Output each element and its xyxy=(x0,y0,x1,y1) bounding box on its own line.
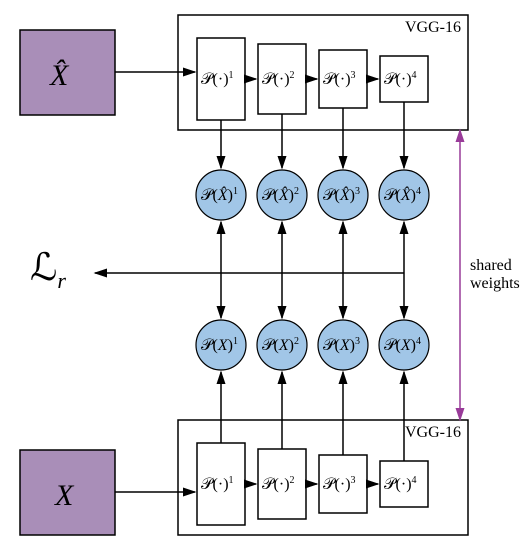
vgg-top-block-3: 𝒫(·)3 xyxy=(319,50,367,108)
shared-weights-label-1: shared xyxy=(470,257,512,274)
feature-bottom-4: 𝒫(X)4 xyxy=(379,320,429,370)
feature-top-3: 𝒫(X̂)3 xyxy=(318,170,368,220)
svg-text:𝒫(X)4: 𝒫(X)4 xyxy=(384,336,421,354)
vgg-bottom-block-3: 𝒫(·)3 xyxy=(319,455,367,513)
vgg-top-block-4: 𝒫(·)4 xyxy=(380,56,428,102)
feature-top-4: 𝒫(X̂)4 xyxy=(379,170,429,220)
shared-weights-label-2: weights xyxy=(470,275,520,292)
svg-text:𝒫(X̂)3: 𝒫(X̂)3 xyxy=(323,185,360,204)
vgg-bottom-block-1: 𝒫(·)1 xyxy=(197,443,245,525)
feature-bottom-3: 𝒫(X)3 xyxy=(318,320,368,370)
svg-text:𝒫(X̂)4: 𝒫(X̂)4 xyxy=(384,185,421,204)
vgg-top-block-2: 𝒫(·)2 xyxy=(258,44,306,114)
vgg-bottom-block-4: 𝒫(·)4 xyxy=(380,461,428,507)
vgg-top-block-1: 𝒫(·)1 xyxy=(197,38,245,120)
feature-top-1: 𝒫(X̂)1 xyxy=(196,170,246,220)
svg-text:𝒫(X̂)1: 𝒫(X̂)1 xyxy=(201,185,238,204)
feature-bottom-1: 𝒫(X)1 xyxy=(196,320,246,370)
feature-bottom-2: 𝒫(X)2 xyxy=(257,320,307,370)
loss-label: ℒr xyxy=(30,247,66,293)
feature-top-2: 𝒫(X̂)2 xyxy=(257,170,307,220)
input-xhat-label: X̂ xyxy=(49,59,70,92)
vgg-top-title: VGG-16 xyxy=(405,19,461,36)
input-x-label: X xyxy=(54,479,75,512)
svg-text:𝒫(X)1: 𝒫(X)1 xyxy=(201,336,238,354)
svg-text:𝒫(X)2: 𝒫(X)2 xyxy=(262,336,299,354)
vgg-bottom-block-2: 𝒫(·)2 xyxy=(258,449,306,519)
vgg-bottom-title: VGG-16 xyxy=(405,424,461,441)
svg-text:𝒫(X̂)2: 𝒫(X̂)2 xyxy=(262,185,299,204)
svg-text:𝒫(X)3: 𝒫(X)3 xyxy=(323,336,360,354)
